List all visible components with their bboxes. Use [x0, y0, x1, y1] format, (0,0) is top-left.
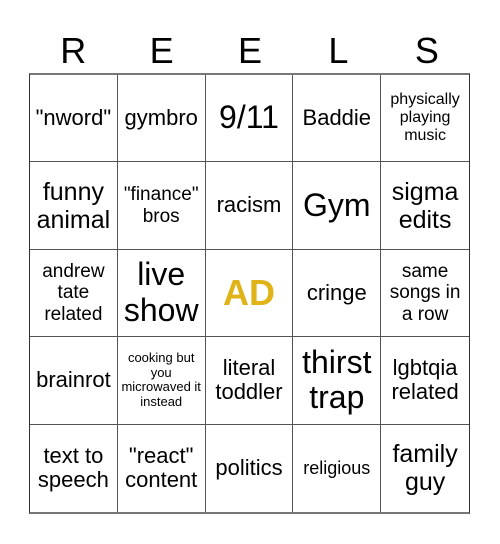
bingo-cell[interactable]: same songs in a row — [381, 250, 469, 338]
bingo-cell[interactable]: gymbro — [117, 75, 206, 163]
bingo-cell[interactable]: cooking but you microwaved it instead — [117, 337, 206, 425]
bingo-cell[interactable]: physically playing music — [381, 75, 469, 163]
bingo-cell[interactable]: Gym — [293, 162, 382, 250]
header-letter-s: S — [414, 30, 439, 71]
bingo-cell[interactable]: "nword" — [30, 75, 118, 163]
free-space-ad[interactable]: AD — [205, 249, 294, 338]
bingo-cell[interactable]: andrew tate related — [30, 249, 118, 338]
bingo-cell[interactable]: politics — [206, 424, 294, 512]
bingo-cell[interactable]: cringe — [293, 249, 382, 338]
bingo-cell[interactable]: Baddie — [293, 75, 382, 163]
bingo-cell[interactable]: racism — [205, 162, 294, 250]
header-letter-e2: E — [238, 30, 263, 71]
bingo-board: "nword" gymbro 9/11 Baddie physically pl… — [29, 73, 470, 514]
bingo-cell[interactable]: text to speech — [30, 424, 118, 512]
bingo-cell[interactable]: sigma edits — [381, 162, 469, 250]
bingo-cell[interactable]: funny animal — [30, 162, 118, 250]
header-letter-r: R — [60, 30, 87, 71]
bingo-cell[interactable]: brainrot — [30, 337, 118, 425]
bingo-header: R E E L S — [29, 30, 471, 72]
bingo-cell[interactable]: thirst trap — [293, 337, 382, 425]
bingo-cell[interactable]: lgbtqia related — [381, 337, 469, 425]
bingo-cell[interactable]: family guy — [381, 425, 469, 512]
bingo-cell[interactable]: "finance" bros — [117, 162, 206, 250]
header-letter-l: L — [328, 30, 349, 71]
bingo-cell[interactable]: literal toddler — [205, 337, 294, 425]
bingo-cell[interactable]: "react" content — [118, 424, 206, 512]
bingo-cell[interactable]: religious — [293, 424, 382, 512]
bingo-cell[interactable]: live show — [117, 249, 206, 338]
header-letter-e1: E — [149, 30, 174, 71]
bingo-cell[interactable]: 9/11 — [205, 75, 294, 163]
